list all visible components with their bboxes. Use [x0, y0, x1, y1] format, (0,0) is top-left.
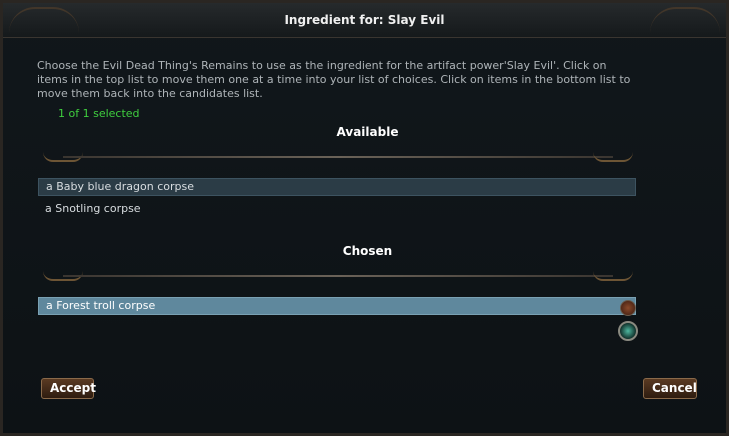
- dialog-title: Ingredient for: Slay Evil: [284, 13, 445, 27]
- selection-count: 1 of 1 selected: [58, 107, 140, 120]
- scrollbar-knob[interactable]: [618, 321, 638, 341]
- accept-button[interactable]: Accept: [41, 378, 96, 399]
- divider-ornament-right: [593, 271, 633, 281]
- available-divider: [43, 151, 633, 163]
- chosen-heading: Chosen: [342, 244, 393, 258]
- available-item-baby-blue-dragon-corpse[interactable]: a Baby blue dragon corpse: [38, 178, 636, 196]
- scrollbar-top-cap[interactable]: [620, 300, 636, 316]
- chosen-divider: [43, 270, 633, 282]
- titlebar-ornament-right: [650, 7, 720, 33]
- dialog-titlebar: Ingredient for: Slay Evil: [3, 3, 726, 38]
- ingredient-dialog: Ingredient for: Slay Evil Choose the Evi…: [0, 0, 729, 436]
- divider-line: [63, 275, 613, 277]
- titlebar-ornament-left: [9, 7, 79, 33]
- cancel-button[interactable]: Cancel: [643, 378, 697, 399]
- instructions-text: Choose the Evil Dead Thing's Remains to …: [37, 59, 631, 100]
- available-heading: Available: [336, 125, 399, 139]
- divider-ornament-right: [593, 152, 633, 162]
- divider-line: [63, 156, 613, 158]
- chosen-item-forest-troll-corpse[interactable]: a Forest troll corpse: [38, 297, 636, 315]
- available-item-snotling-corpse[interactable]: a Snotling corpse: [38, 200, 636, 218]
